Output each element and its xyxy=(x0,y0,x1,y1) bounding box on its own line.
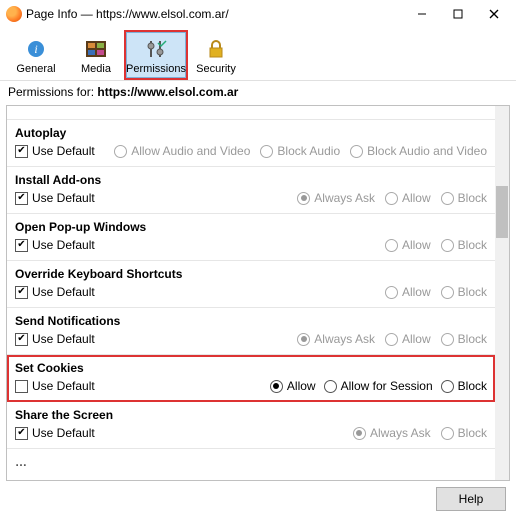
checkbox-icon xyxy=(15,145,28,158)
chk-label: Use Default xyxy=(32,285,95,299)
media-icon xyxy=(82,37,110,61)
tab-media[interactable]: Media xyxy=(66,32,126,78)
perm-title: Share the Screen xyxy=(15,408,487,422)
radio-allow[interactable]: Allow xyxy=(270,379,316,393)
permissions-icon xyxy=(142,37,170,61)
radio-block-audio[interactable]: Block Audio xyxy=(260,144,340,158)
perm-autoplay: Autoplay Use Default Allow Audio and Vid… xyxy=(7,120,495,167)
toolbar: i General Media Permissions Security xyxy=(0,28,516,80)
perm-title: Send Notifications xyxy=(15,314,487,328)
help-button[interactable]: Help xyxy=(436,487,506,511)
permfor-url: https://www.elsol.com.ar xyxy=(97,85,238,99)
tab-label: Security xyxy=(196,63,236,75)
radio-block[interactable]: Block xyxy=(441,285,487,299)
radio-block[interactable]: Block xyxy=(441,191,487,205)
checkbox-icon xyxy=(15,333,28,346)
perm-set-cookies: Set Cookies Use Default Allow Allow for … xyxy=(7,355,495,402)
radio-block[interactable]: Block xyxy=(441,426,487,440)
scrollbar-thumb[interactable] xyxy=(496,186,508,238)
chk-label: Use Default xyxy=(32,238,95,252)
perm-shortcuts: Override Keyboard Shortcuts Use Default … xyxy=(7,261,495,308)
use-default-checkbox[interactable]: Use Default xyxy=(15,238,95,252)
list-item-fragment: … xyxy=(7,449,495,469)
radio-block[interactable]: Block xyxy=(441,332,487,346)
radio-allow[interactable]: Allow xyxy=(385,191,431,205)
radio-allow[interactable]: Allow xyxy=(385,238,431,252)
radio-allow-av[interactable]: Allow Audio and Video xyxy=(114,144,250,158)
radio-always-ask[interactable]: Always Ask xyxy=(297,191,375,205)
checkbox-icon xyxy=(15,380,28,393)
radio-allow[interactable]: Allow xyxy=(385,332,431,346)
radio-always-ask[interactable]: Always Ask xyxy=(297,332,375,346)
title-bar: Page Info — https://www.elsol.com.ar/ xyxy=(0,0,516,28)
use-default-checkbox[interactable]: Use Default xyxy=(15,426,95,440)
checkbox-icon xyxy=(15,286,28,299)
permfor-text: Permissions for: xyxy=(8,85,94,99)
list-item-fragment xyxy=(7,106,495,120)
tab-permissions[interactable]: Permissions xyxy=(126,32,186,78)
tab-general[interactable]: i General xyxy=(6,32,66,78)
perm-notifications: Send Notifications Use Default Always As… xyxy=(7,308,495,355)
use-default-checkbox[interactable]: Use Default xyxy=(15,285,95,299)
firefox-icon xyxy=(6,6,22,22)
perm-share-screen: Share the Screen Use Default Always Ask … xyxy=(7,402,495,449)
permissions-for-label: Permissions for: https://www.elsol.com.a… xyxy=(0,80,516,103)
perm-popups: Open Pop-up Windows Use Default Allow Bl… xyxy=(7,214,495,261)
tab-security[interactable]: Security xyxy=(186,32,246,78)
chk-label: Use Default xyxy=(32,191,95,205)
checkbox-icon xyxy=(15,239,28,252)
radio-block[interactable]: Block xyxy=(441,379,487,393)
perm-install-addons: Install Add-ons Use Default Always Ask A… xyxy=(7,167,495,214)
radio-always-ask[interactable]: Always Ask xyxy=(353,426,431,440)
svg-text:i: i xyxy=(34,42,37,56)
use-default-checkbox[interactable]: Use Default xyxy=(15,332,95,346)
chk-label: Use Default xyxy=(32,332,95,346)
radio-allow[interactable]: Allow xyxy=(385,285,431,299)
close-button[interactable] xyxy=(476,3,512,25)
radio-block-av[interactable]: Block Audio and Video xyxy=(350,144,487,158)
window-title: Page Info — https://www.elsol.com.ar/ xyxy=(26,7,404,21)
perm-title: Open Pop-up Windows xyxy=(15,220,487,234)
minimize-button[interactable] xyxy=(404,3,440,25)
perm-title: Install Add-ons xyxy=(15,173,487,187)
chk-label: Use Default xyxy=(32,426,95,440)
checkbox-icon xyxy=(15,192,28,205)
footer: Help xyxy=(0,487,516,517)
tab-label: Media xyxy=(81,63,111,75)
radio-block[interactable]: Block xyxy=(441,238,487,252)
chk-label: Use Default xyxy=(32,144,95,158)
tab-label: General xyxy=(16,63,55,75)
radio-allow-session[interactable]: Allow for Session xyxy=(324,379,433,393)
tab-label: Permissions xyxy=(126,63,186,75)
maximize-button[interactable] xyxy=(440,3,476,25)
scrollbar-track[interactable] xyxy=(495,106,509,480)
use-default-checkbox[interactable]: Use Default xyxy=(15,144,95,158)
permissions-panel: Autoplay Use Default Allow Audio and Vid… xyxy=(6,105,510,481)
use-default-checkbox[interactable]: Use Default xyxy=(15,379,95,393)
perm-title: Override Keyboard Shortcuts xyxy=(15,267,487,281)
checkbox-icon xyxy=(15,427,28,440)
perm-title: Autoplay xyxy=(15,126,487,140)
info-icon: i xyxy=(22,37,50,61)
lock-icon xyxy=(202,37,230,61)
perm-title: Set Cookies xyxy=(15,361,487,375)
chk-label: Use Default xyxy=(32,379,95,393)
permissions-list: Autoplay Use Default Allow Audio and Vid… xyxy=(7,106,495,480)
window-controls xyxy=(404,3,512,25)
use-default-checkbox[interactable]: Use Default xyxy=(15,191,95,205)
